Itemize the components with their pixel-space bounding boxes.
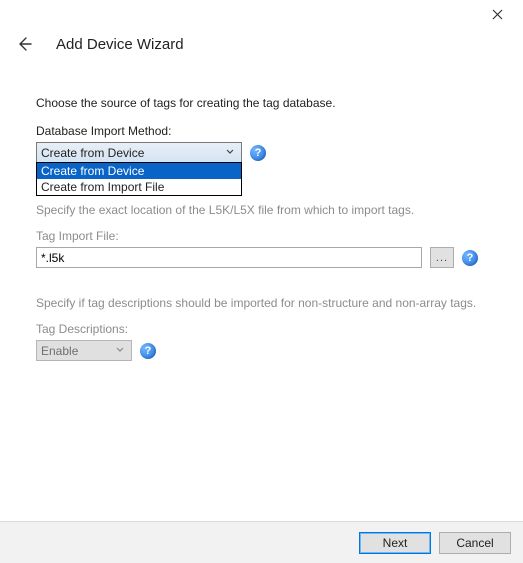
- chevron-down-icon: [223, 147, 237, 158]
- import-method-selected[interactable]: Create from Device: [36, 142, 242, 163]
- import-method-value: Create from Device: [41, 146, 144, 160]
- tag-file-input[interactable]: [36, 247, 422, 268]
- tag-desc-hint: Specify if tag descriptions should be im…: [36, 296, 487, 310]
- tag-desc-label: Tag Descriptions:: [36, 322, 487, 336]
- import-method-option-file[interactable]: Create from Import File: [37, 179, 241, 195]
- import-method-dropdown: Create from Device Create from Import Fi…: [36, 162, 242, 196]
- tag-desc-value: Enable: [41, 344, 78, 358]
- wizard-header: Add Device Wizard: [0, 28, 523, 72]
- help-icon[interactable]: ?: [250, 145, 266, 161]
- import-method-label: Database Import Method:: [36, 124, 487, 138]
- tag-desc-combo: Enable: [36, 340, 132, 361]
- help-icon[interactable]: ?: [462, 250, 478, 266]
- help-icon[interactable]: ?: [140, 343, 156, 359]
- close-icon[interactable]: [481, 0, 513, 28]
- import-method-combo[interactable]: Create from Device Create from Device Cr…: [36, 142, 242, 163]
- content-area: Choose the source of tags for creating t…: [0, 96, 523, 361]
- footer: Next Cancel: [0, 521, 523, 563]
- chevron-down-icon: [113, 345, 127, 356]
- file-hint: Specify the exact location of the L5K/L5…: [36, 203, 487, 217]
- back-arrow-icon[interactable]: [14, 34, 34, 54]
- intro-text: Choose the source of tags for creating t…: [36, 96, 487, 110]
- page-title: Add Device Wizard: [56, 36, 184, 53]
- import-method-option-device[interactable]: Create from Device: [37, 163, 241, 179]
- cancel-button[interactable]: Cancel: [439, 532, 511, 554]
- tag-file-label: Tag Import File:: [36, 229, 487, 243]
- next-button[interactable]: Next: [359, 532, 431, 554]
- browse-button[interactable]: ...: [430, 247, 454, 268]
- titlebar: [0, 0, 523, 28]
